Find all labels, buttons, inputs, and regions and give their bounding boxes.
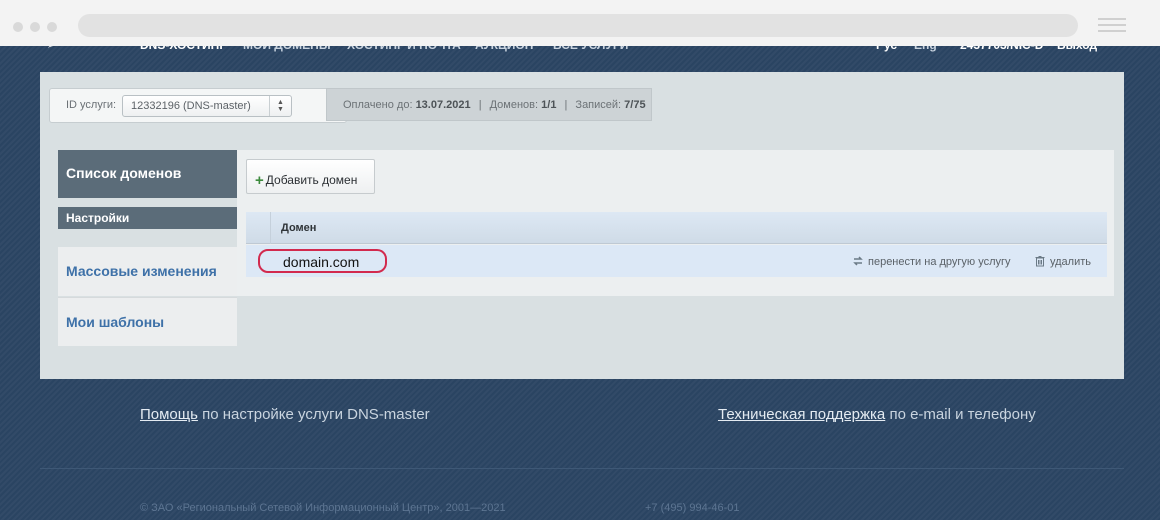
records-label: Записей: (575, 99, 622, 111)
support-link[interactable]: Техническая поддержка (718, 406, 885, 423)
window-dot-icon (47, 22, 57, 32)
sidebar-item-domains[interactable]: Список доменов (58, 150, 237, 198)
move-service-action[interactable]: перенести на другую услугу (852, 255, 1011, 268)
domain-list-content: + Добавить домен Домен domain.com перенес… (237, 150, 1114, 296)
footer-support: Техническая поддержка по e-mail и телефо… (718, 406, 1036, 423)
help-link[interactable]: Помощь (140, 406, 198, 423)
footer-help: Помощь по настройке услуги DNS-master (140, 406, 430, 423)
sidebar-item-templates[interactable]: Мои шаблоны (58, 297, 237, 346)
footer-divider (40, 468, 1124, 469)
domains-value: 1/1 (541, 99, 557, 111)
delete-domain-label: удалить (1050, 256, 1092, 268)
move-service-label: перенести на другую услугу (868, 256, 1011, 268)
browser-toolbar (0, 0, 1160, 46)
paid-value: 13.07.2021 (415, 99, 471, 111)
window-dot-icon (13, 22, 23, 32)
service-selected-value: 12332196 (DNS-master) (131, 100, 251, 112)
domains-label: Доменов: (489, 99, 539, 111)
address-bar[interactable] (78, 14, 1078, 37)
select-arrows-icon: ▲ ▼ (269, 96, 291, 116)
plus-icon: + (255, 172, 264, 189)
add-domain-label: Добавить домен (265, 173, 358, 187)
table-header: Домен (246, 212, 1107, 244)
column-header-domain: Домен (270, 212, 316, 244)
domain-name-link[interactable]: domain.com (258, 249, 387, 273)
sidebar-item-settings[interactable]: Настройки (58, 207, 237, 229)
window-dot-icon (30, 22, 40, 32)
service-stats: Оплачено до: 13.07.2021 | Доменов: 1/1 |… (326, 88, 652, 121)
move-icon (853, 256, 863, 266)
copyright: © ЗАО «Региональный Сетевой Информационн… (140, 502, 506, 514)
trash-icon (1035, 256, 1045, 267)
sidebar-item-bulk-changes[interactable]: Массовые изменения (58, 247, 237, 296)
service-select[interactable]: 12332196 (DNS-master) ▲ ▼ (122, 95, 292, 117)
add-domain-button[interactable]: + Добавить домен (246, 159, 375, 194)
menu-icon[interactable] (1098, 18, 1126, 32)
service-label: ID услуги: (66, 99, 117, 111)
delete-domain-action[interactable]: удалить (1034, 255, 1091, 268)
table-row: domain.com перенести на другую услугу уд… (246, 245, 1107, 277)
service-selector: ID услуги: 12332196 (DNS-master) ▲ ▼ (49, 88, 347, 123)
support-text: по e-mail и телефону (889, 406, 1036, 423)
phone-number: +7 (495) 994-46-01 (645, 502, 740, 514)
paid-label: Оплачено до: (343, 99, 413, 111)
main-panel: ID услуги: 12332196 (DNS-master) ▲ ▼ Опла… (40, 72, 1124, 379)
help-text: по настройке услуги DNS-master (202, 406, 430, 423)
records-value: 7/75 (624, 99, 646, 111)
